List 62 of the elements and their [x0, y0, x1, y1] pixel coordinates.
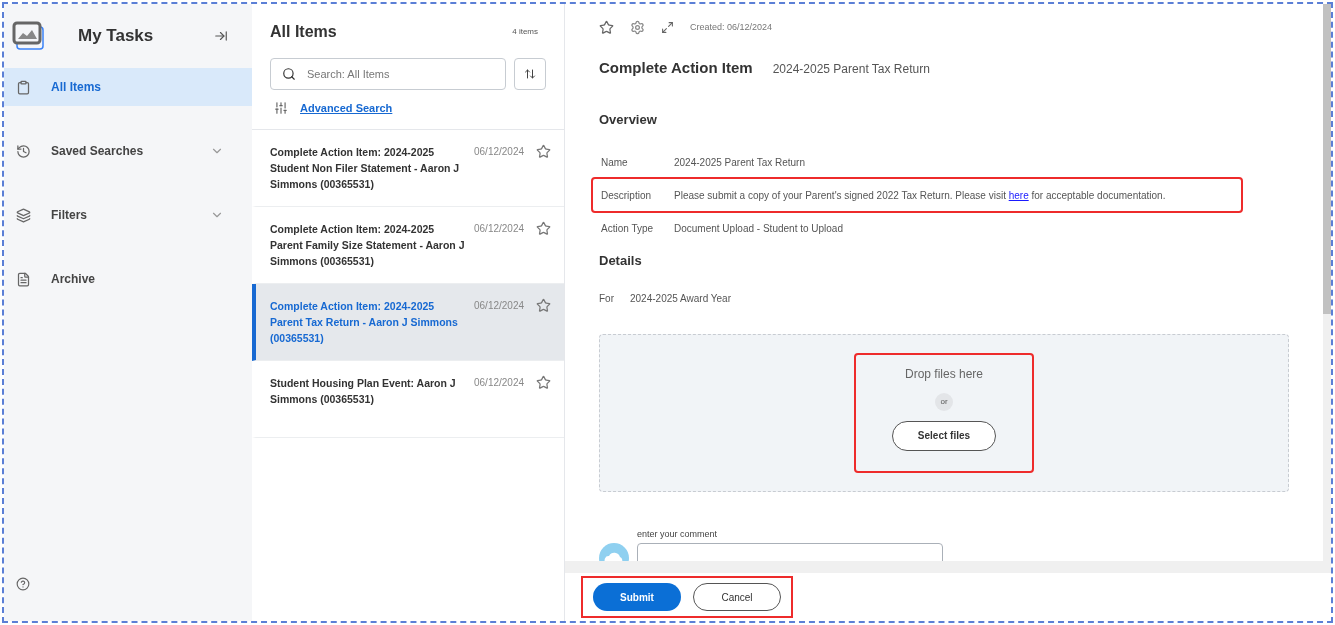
clock-icon	[16, 143, 31, 159]
sort-arrows-icon	[524, 68, 536, 80]
or-label: or	[935, 392, 953, 411]
task-list-item[interactable]: Complete Action Item: 2024-2025 Parent Tax Return - Aaron J Simmons (00365531) 06/12/2024	[252, 283, 564, 361]
comment-label: enter your comment	[637, 527, 719, 541]
field-label: Description	[601, 188, 653, 203]
advanced-search-link[interactable]: Advanced Search	[300, 100, 393, 117]
field-value: 2024-2025 Parent Tax Return	[674, 155, 805, 170]
star-icon[interactable]	[536, 220, 552, 236]
task-title: Complete Action Item: 2024-2025 Student Non Filer Statement - Aaron J Simmons (00365531)	[270, 144, 461, 192]
collapse-icon[interactable]	[214, 29, 228, 43]
horizontal-scrollbar[interactable]	[565, 561, 1323, 573]
task-list-item[interactable]: Student Housing Plan Event: Aaron J Simmons (00365531) 06/12/2024	[252, 360, 564, 438]
star-icon[interactable]	[599, 20, 614, 35]
task-date: 06/12/2024	[474, 144, 525, 159]
created-date: Created: 06/12/2024	[690, 20, 773, 34]
layers-icon	[16, 207, 31, 223]
search-icon	[282, 67, 296, 81]
field-label: Name	[601, 155, 629, 170]
settings-icon[interactable]	[630, 20, 645, 35]
task-title: Student Housing Plan Event: Aaron J Simmons (00365531)	[270, 375, 457, 407]
sidebar-item[interactable]: Archive	[4, 260, 252, 298]
field-label: Action Type	[601, 221, 655, 236]
star-icon[interactable]	[536, 297, 552, 313]
sidebar-item[interactable]: All Items	[4, 68, 252, 106]
expand-icon[interactable]	[661, 21, 674, 34]
item-count: 4 items	[512, 26, 538, 38]
star-icon[interactable]	[536, 374, 552, 390]
field-label: For	[599, 291, 615, 306]
task-list-item[interactable]: Complete Action Item: 2024-2025 Student Non Filer Statement - Aaron J Simmons (00365531) 06/12/2024	[252, 129, 564, 207]
filter-sliders-icon	[274, 101, 288, 116]
task-date: 06/12/2024	[474, 375, 525, 390]
task-title: Complete Action Item: 2024-2025 Parent Family Size Statement - Aaron J Simmons (00365531)	[270, 221, 466, 269]
star-icon[interactable]	[536, 143, 552, 159]
task-list-item[interactable]: Complete Action Item: 2024-2025 Parent Family Size Statement - Aaron J Simmons (00365531) 06/12/2024	[252, 206, 564, 284]
task-title: Complete Action Item: 2024-2025 Parent Tax Return - Aaron J Simmons (00365531)	[270, 298, 459, 346]
field-value: Please submit a copy of your Parent's signed 2022 Tax Return. Please visit here for acceptable documentation.	[674, 188, 1166, 203]
help-icon[interactable]	[16, 577, 30, 591]
document-icon	[16, 271, 31, 287]
sidebar-item[interactable]: Filters	[4, 196, 252, 234]
cancel-button[interactable]: Cancel	[693, 583, 781, 611]
detail-subtitle: 2024-2025 Parent Tax Return	[772, 61, 930, 78]
sidebar-item[interactable]: Saved Searches	[4, 132, 252, 170]
clipboard-icon	[16, 79, 31, 95]
vertical-scrollbar[interactable]	[1323, 4, 1331, 573]
overview-heading: Overview	[599, 110, 658, 129]
app-title: My Tasks	[78, 25, 155, 48]
task-date: 06/12/2024	[474, 298, 525, 313]
app-logo-icon	[12, 21, 46, 51]
field-value: 2024-2025 Award Year	[630, 291, 731, 306]
drop-hint: Drop files here	[904, 365, 983, 383]
search-field[interactable]: Search: All Items	[270, 58, 506, 90]
select-files-button[interactable]: Select files	[892, 420, 996, 451]
list-title: All Items	[270, 22, 337, 42]
here-link[interactable]: here	[1008, 189, 1029, 201]
task-date: 06/12/2024	[474, 221, 525, 236]
detail-title: Complete Action Item	[599, 58, 753, 78]
submit-button[interactable]: Submit	[593, 583, 681, 611]
details-heading: Details	[599, 252, 643, 270]
field-value: Document Upload - Student to Upload	[674, 221, 843, 236]
sort-button[interactable]	[514, 58, 546, 90]
file-drop-zone[interactable]: Drop files here or Select files	[599, 333, 1289, 492]
